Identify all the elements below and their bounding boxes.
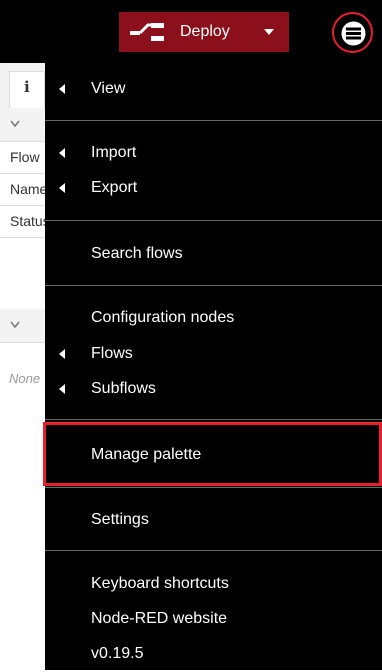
menu-item-flows[interactable]: Flows — [45, 336, 382, 372]
info-tab[interactable]: i — [9, 71, 45, 108]
menu-item-label: View — [91, 80, 126, 97]
property-label: Flow — [10, 149, 40, 165]
header-bar: Deploy — [0, 0, 382, 63]
deploy-label: Deploy — [180, 23, 230, 40]
menu-divider — [45, 285, 382, 286]
menu-item-label: Configuration nodes — [91, 309, 235, 326]
deploy-icon — [130, 23, 164, 41]
menu-item-label: Export — [91, 179, 138, 196]
menu-divider — [45, 220, 382, 221]
property-row: Name — [0, 174, 48, 206]
menu-item-search-flows[interactable]: Search flows — [45, 236, 382, 272]
menu-item-version: v0.19.5 — [45, 636, 382, 672]
menu-item-configuration-nodes[interactable]: Configuration nodes — [45, 300, 382, 336]
menu-item-label: Keyboard shortcuts — [91, 575, 229, 592]
empty-text: None — [9, 371, 41, 386]
manage-palette-highlight — [43, 422, 382, 486]
chevron-down-icon — [10, 321, 20, 329]
menu-item-label: Settings — [91, 511, 149, 528]
sidebar-tab-bar: i — [0, 63, 45, 109]
sidebar: i Flow Name Status None — [0, 63, 50, 670]
caret-down-icon[interactable] — [264, 29, 274, 35]
menu-item-label: Search flows — [91, 245, 183, 262]
info-icon: i — [24, 78, 30, 96]
menu-divider — [45, 487, 382, 488]
main-menu-button[interactable] — [325, 0, 382, 63]
caret-left-icon — [59, 148, 65, 158]
hamburger-menu-icon — [341, 21, 366, 46]
section-header[interactable] — [0, 309, 45, 343]
menu-item-label: Node-RED website — [91, 610, 228, 627]
caret-left-icon — [59, 384, 65, 394]
version-label: v0.19.5 — [91, 645, 144, 662]
menu-item-import[interactable]: Import — [45, 135, 382, 171]
section-header[interactable] — [0, 108, 45, 142]
menu-item-label: Subflows — [91, 380, 156, 397]
menu-divider — [45, 419, 382, 420]
menu-divider — [45, 120, 382, 121]
deploy-button[interactable]: Deploy — [119, 12, 289, 52]
chevron-down-icon — [10, 120, 20, 128]
menu-item-label: Import — [91, 144, 137, 161]
menu-item-keyboard-shortcuts[interactable]: Keyboard shortcuts — [45, 566, 382, 602]
menu-item-node-red-website[interactable]: Node-RED website — [45, 601, 382, 637]
menu-item-subflows[interactable]: Subflows — [45, 371, 382, 407]
menu-item-settings[interactable]: Settings — [45, 502, 382, 538]
caret-left-icon — [59, 349, 65, 359]
menu-item-export[interactable]: Export — [45, 170, 382, 206]
property-label: Status — [10, 213, 50, 229]
main-menu-dropdown: View Import Export Search flows Configur… — [45, 63, 382, 670]
menu-item-label: Flows — [91, 345, 133, 362]
property-row: Status — [0, 206, 50, 238]
menu-divider — [45, 550, 382, 551]
property-row: Flow — [0, 142, 45, 174]
caret-left-icon — [59, 183, 65, 193]
menu-item-view[interactable]: View — [45, 71, 382, 107]
property-label: Name — [10, 181, 48, 197]
caret-left-icon — [59, 84, 65, 94]
